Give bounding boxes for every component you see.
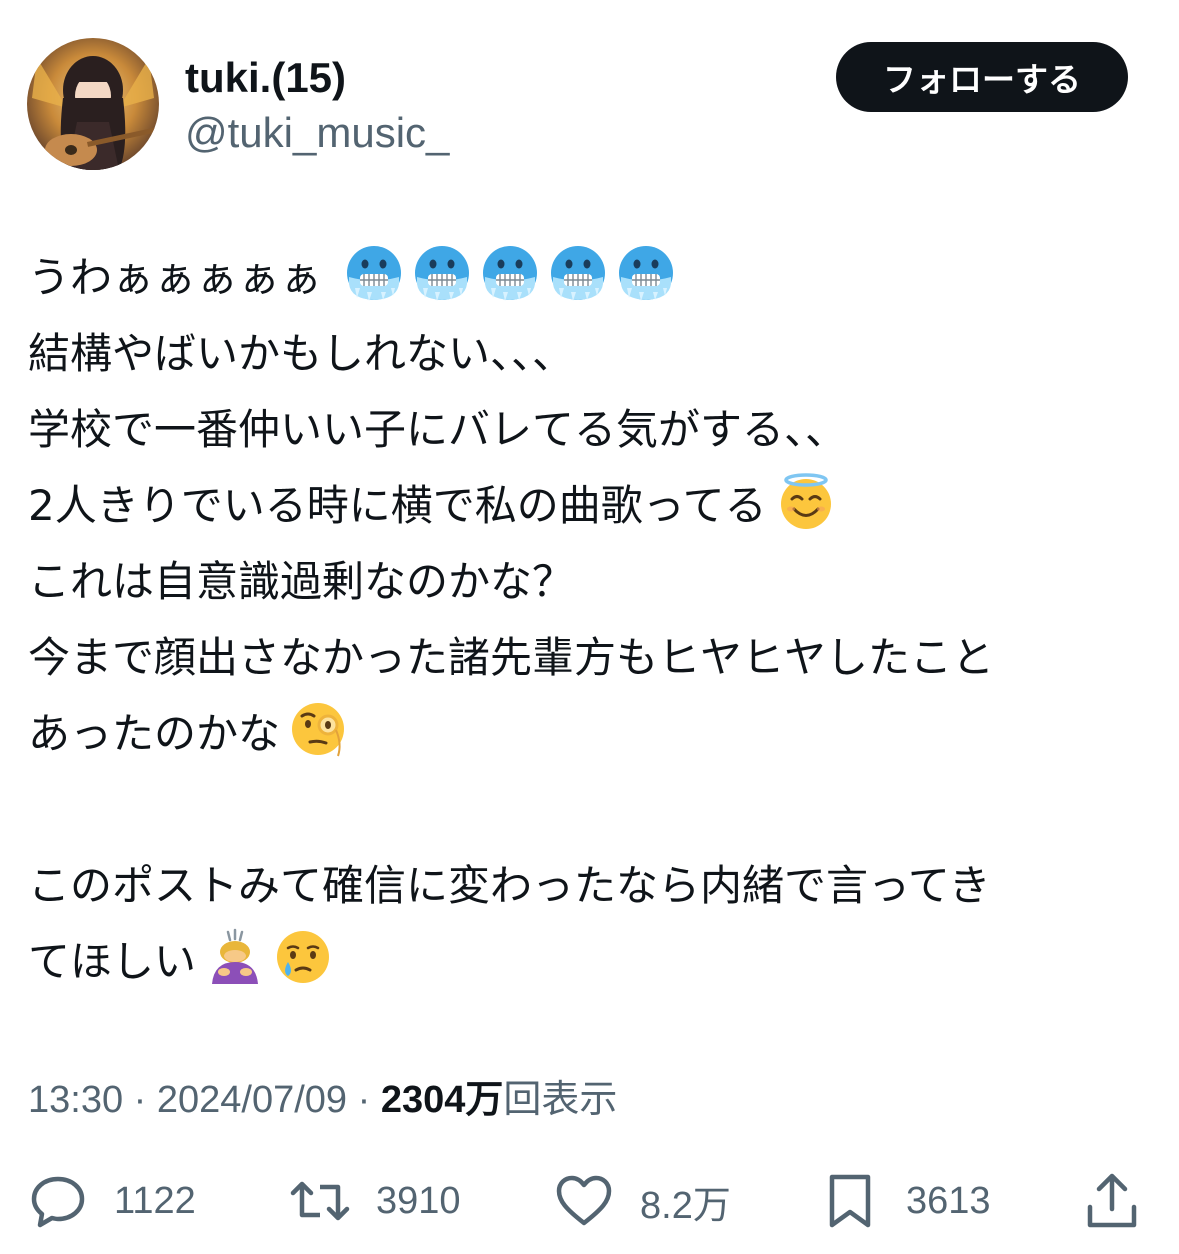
share-icon [1082, 1171, 1142, 1231]
repost-icon [290, 1171, 350, 1231]
follow-button[interactable]: フォローする [836, 42, 1128, 112]
tweet-line-text: このポストみて確信に変わったなら内緒で言ってき [28, 861, 991, 910]
reply-icon [28, 1171, 88, 1231]
meta-separator: · [123, 1079, 157, 1121]
cold-face-icon [549, 244, 607, 302]
tweet-line: 今まで顔出さなかった諸先輩方もヒヤヒヤしたこと [28, 620, 1158, 696]
tweet-line: このポストみて確信に変わったなら内緒で言ってき [28, 848, 1158, 924]
display-name[interactable]: tuki.(15) [185, 50, 346, 106]
reply-button[interactable]: 1122 [28, 1170, 196, 1232]
cold-face-icon [617, 244, 675, 302]
tweet-line-text: 学校で一番仲いい子にバレてる気がする、、 [28, 405, 848, 454]
repost-button[interactable]: 3910 [290, 1170, 461, 1232]
bookmark-icon [820, 1171, 880, 1231]
tweet-line: 結構やばいかもしれない、、、 [28, 316, 1158, 392]
tweet-line-text: あったのかな [28, 709, 281, 758]
tweet-line: うわぁぁぁぁぁ [28, 240, 1158, 316]
face-holding-back-tears-icon [274, 928, 332, 986]
meta-separator: · [347, 1079, 381, 1121]
like-button[interactable]: 8.2万 [554, 1170, 731, 1232]
smiling-face-with-halo-icon [777, 472, 835, 530]
avatar[interactable] [27, 38, 159, 170]
tweet-date[interactable]: 2024/07/09 [157, 1079, 347, 1121]
share-button[interactable] [1082, 1170, 1142, 1232]
cold-face-icon [413, 244, 471, 302]
tweet-line-text: 結構やばいかもしれない、、、 [28, 329, 575, 378]
bookmark-button[interactable]: 3613 [820, 1170, 991, 1232]
tweet-text: うわぁぁぁぁぁ 結構やばいかもしれない、、、 学校で一番仲いい子にバレてる気がす… [28, 240, 1158, 1000]
bookmark-count: 3613 [906, 1179, 991, 1222]
person-bowing-icon [206, 928, 264, 986]
tweet-line-text: てほしい [28, 937, 197, 986]
cold-face-icon [481, 244, 539, 302]
tweet-line-text: 今まで顔出さなかった諸先輩方もヒヤヒヤしたこと [28, 633, 995, 682]
views-count[interactable]: 2304万 [381, 1079, 504, 1121]
cold-face-icon [345, 244, 403, 302]
tweet-time[interactable]: 13:30 [28, 1079, 123, 1121]
tweet-line: てほしい [28, 924, 1158, 1000]
tweet-line: あったのかな [28, 696, 1158, 772]
user-handle[interactable]: @tuki_music_ [185, 105, 449, 161]
repost-count: 3910 [376, 1179, 461, 1222]
tweet-meta: 13:30 · 2024/07/09 · 2304万回表示 [28, 1075, 617, 1125]
tweet-line-text: 2人きりでいる時に横で私の曲歌ってる [28, 481, 767, 530]
heart-icon [554, 1171, 614, 1231]
views-label[interactable]: 回表示 [503, 1079, 617, 1121]
tweet-line-text: これは自意識過剰なのかな？ [28, 557, 575, 606]
tweet-line: 学校で一番仲いい子にバレてる気がする、、 [28, 392, 1158, 468]
tweet-line: 2人きりでいる時に横で私の曲歌ってる [28, 468, 1158, 544]
like-count: 8.2万 [640, 1184, 731, 1227]
reply-count: 1122 [114, 1179, 196, 1222]
tweet-line: これは自意識過剰なのかな？ [28, 544, 1158, 620]
tweet-line-text: うわぁぁぁぁぁ [28, 253, 323, 302]
face-with-monocle-icon [290, 700, 348, 758]
